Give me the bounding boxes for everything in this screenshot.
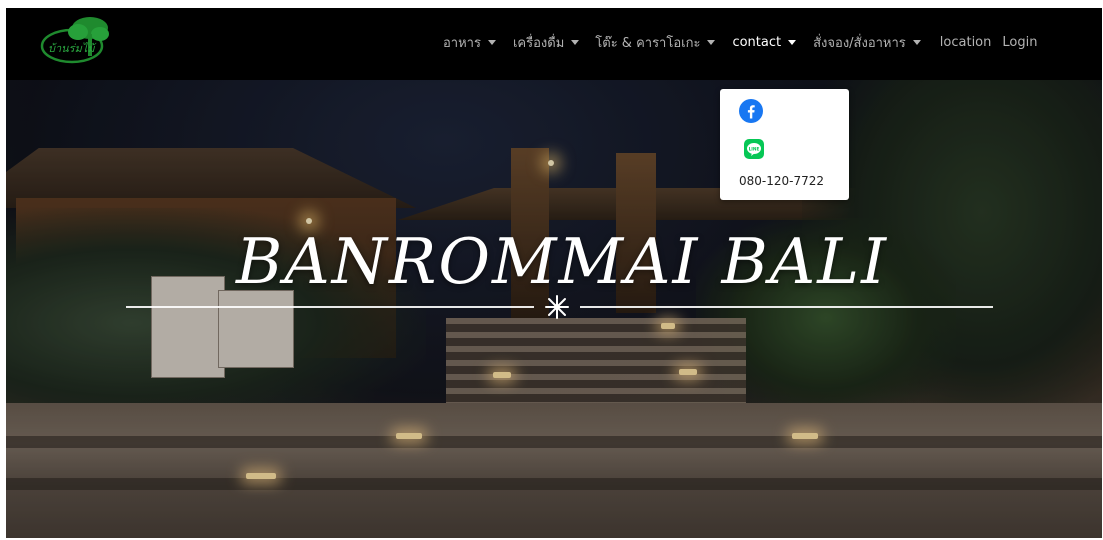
caret-down-icon <box>487 39 496 45</box>
nav-item-label: สั่งจอง/สั่งอาหาร <box>813 35 906 51</box>
caret-down-icon <box>571 39 580 45</box>
nav-item-drinks[interactable]: เครื่องดื่ม <box>512 32 580 53</box>
caret-down-icon <box>912 39 921 45</box>
hero-title: BANROMMAI BALI <box>236 225 888 298</box>
caret-down-icon <box>707 39 716 45</box>
nav-item-tables-karaoke[interactable]: โต๊ะ & คาราโอเกะ <box>595 32 716 53</box>
title-divider-left <box>126 306 534 308</box>
phone-number[interactable]: 080-120-7722 <box>739 174 824 188</box>
brand-logo[interactable]: บ้านร่มไม้ <box>38 14 118 66</box>
nav-item-contact[interactable]: contact <box>732 34 797 50</box>
flower-ornament-icon <box>545 295 569 319</box>
nav-item-label: อาหาร <box>443 35 481 51</box>
nav-item-label: location <box>939 34 992 50</box>
contact-dropdown-menu: LINE 080-120-7722 <box>720 89 849 200</box>
caret-down-icon <box>788 39 797 45</box>
facebook-icon[interactable] <box>739 99 763 123</box>
nav-item-label: โต๊ะ & คาราโอเกะ <box>595 35 701 51</box>
nav-item-reservation-order[interactable]: สั่งจอง/สั่งอาหาร <box>813 32 921 53</box>
svg-text:LINE: LINE <box>749 146 760 152</box>
title-divider-right <box>580 306 993 308</box>
svg-text:บ้านร่มไม้: บ้านร่มไม้ <box>48 42 97 55</box>
nav-item-label: Login <box>1002 34 1038 50</box>
line-icon[interactable]: LINE <box>744 139 764 159</box>
nav-item-login[interactable]: Login <box>1002 35 1037 50</box>
nav-item-food[interactable]: อาหาร <box>443 32 496 53</box>
nav-item-label: เครื่องดื่ม <box>512 35 565 51</box>
top-navbar: บ้านร่มไม้ อาหาร เครื่องดื่ม โต๊ะ & คารา… <box>6 8 1102 80</box>
nav-item-label: contact <box>732 34 782 50</box>
nav-item-location[interactable]: location <box>940 35 992 50</box>
main-nav: อาหาร เครื่องดื่ม โต๊ะ & คาราโอเกะ conta… <box>443 32 1037 52</box>
page-frame: บ้านร่มไม้ อาหาร เครื่องดื่ม โต๊ะ & คารา… <box>6 8 1102 538</box>
